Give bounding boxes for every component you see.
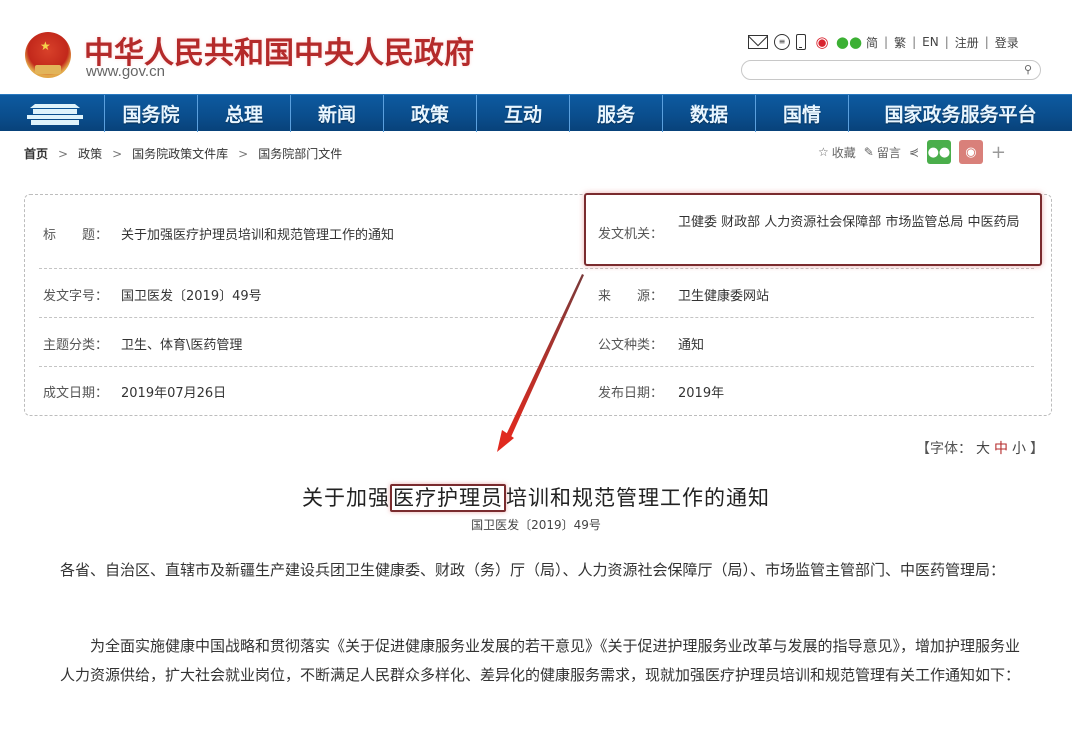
lang-simplified-link[interactable]: 简	[866, 34, 878, 51]
info-label: 成文日期：	[43, 386, 109, 401]
breadcrumb-separator: >	[238, 146, 249, 161]
logo-roof-lower	[27, 115, 83, 119]
pencil-icon: ✎	[863, 145, 874, 159]
comment-button[interactable]: ✎ 留言	[864, 144, 901, 161]
mobile-icon[interactable]	[796, 34, 806, 50]
font-size-large[interactable]: 大	[976, 438, 990, 458]
top-links: ≡ ◉ ●● 简 | 繁 | EN | 注册 | 登录	[748, 31, 1019, 53]
document-number: 国卫医发〔2019〕49号	[471, 518, 601, 532]
share-icon[interactable]: ⋞	[909, 145, 919, 159]
weibo-icon[interactable]: ◉	[812, 33, 832, 51]
document-paragraph: 为全面实施健康中国战略和贯彻落实《关于促进健康服务业发展的若干意见》《关于促进护…	[60, 637, 1021, 684]
title-highlight: 医疗护理员	[390, 484, 506, 512]
font-size-switcher: 【字体： 大 中 小 】	[916, 438, 1044, 458]
nav-item-state-council[interactable]: 国务院	[105, 95, 198, 132]
info-row: 主题分类： 卫生、体育\医药管理 公文种类： 通知	[39, 318, 1034, 367]
title-part: 培训和规范管理工作的通知	[506, 486, 770, 510]
document-title: 关于加强 医疗护理员 培训和规范管理工作的通知	[0, 482, 1072, 512]
info-label: 发文字号：	[43, 289, 109, 304]
search-input[interactable]	[752, 64, 1022, 80]
info-label: 发布日期：	[598, 386, 664, 401]
breadcrumb: 首页 > 政策 > 国务院政策文件库 > 国务院部门文件	[24, 145, 342, 162]
info-row: 成文日期： 2019年07月26日 发布日期： 2019年	[39, 367, 1034, 416]
font-size-medium[interactable]: 中	[994, 438, 1008, 458]
annotation-highlight-box	[584, 193, 1042, 266]
info-value: 2019年07月26日	[121, 386, 227, 401]
nav-item-interaction[interactable]: 互动	[477, 95, 570, 132]
site-header: ★ 中华人民共和国中央人民政府 www.gov.cn ≡ ◉ ●● 简 | 繁 …	[0, 0, 1072, 94]
star-icon: ★	[40, 39, 51, 53]
lang-traditional-link[interactable]: 繁	[894, 34, 906, 51]
font-size-suffix: 】	[1030, 441, 1044, 457]
favorite-label: 收藏	[831, 145, 856, 160]
info-value: 关于加强医疗护理员培训和规范管理工作的通知	[121, 228, 395, 243]
document-paragraph: 各省、自治区、直辖市及新疆生产建设兵团卫生健康委、财政（务）厅（局）、人力资源社…	[60, 561, 1006, 579]
nav-item-gov-service-platform[interactable]: 国家政务服务平台	[849, 95, 1072, 132]
nav-item-premier[interactable]: 总理	[198, 95, 291, 132]
font-size-prefix: 【字体：	[916, 441, 972, 457]
login-link[interactable]: 登录	[995, 34, 1019, 51]
info-label: 公文种类：	[598, 338, 664, 353]
info-label: 来 源：	[598, 289, 664, 304]
national-emblem-logo[interactable]: ★	[25, 32, 71, 78]
search-icon[interactable]: ⚲	[1024, 63, 1032, 76]
info-label: 标 题：	[43, 228, 109, 243]
divider: |	[944, 35, 949, 49]
info-row: 发文字号： 国卫医发〔2019〕49号 来 源： 卫生健康委网站	[39, 269, 1034, 318]
favorite-button[interactable]: ☆ 收藏	[818, 144, 856, 161]
nav-item-national-info[interactable]: 国情	[756, 95, 849, 132]
share-more-button[interactable]: +	[991, 142, 1006, 163]
arrow-head	[497, 430, 514, 452]
info-value[interactable]: 卫生健康委网站	[678, 285, 769, 304]
star-outline-icon: ☆	[818, 145, 829, 159]
info-cell: 标 题： 关于加强医疗护理员培训和规范管理工作的通知	[43, 224, 394, 243]
info-cell: 公文种类： 通知	[598, 334, 704, 353]
register-link[interactable]: 注册	[955, 34, 979, 51]
logo-base	[31, 120, 79, 125]
mail-icon[interactable]	[748, 35, 768, 49]
chat-icon[interactable]: ≡	[774, 34, 790, 50]
info-cell: 成文日期： 2019年07月26日	[43, 382, 226, 401]
logo-mid	[33, 109, 77, 114]
info-cell: 来 源： 卫生健康委网站	[598, 285, 769, 304]
info-value: 国卫医发〔2019〕49号	[121, 289, 262, 304]
divider: |	[884, 35, 889, 49]
search-box: ⚲	[741, 60, 1041, 80]
share-wechat-button[interactable]: ●●	[926, 140, 951, 164]
info-value: 通知	[678, 338, 705, 353]
title-part: 关于加强	[302, 486, 390, 510]
lang-english-link[interactable]: EN	[922, 35, 939, 49]
emblem-base	[35, 65, 61, 74]
breadcrumb-policy[interactable]: 政策	[78, 145, 102, 162]
share-weibo-button[interactable]: ◉	[958, 140, 983, 164]
share-bar: ☆ 收藏 ✎ 留言 ⋞ ●● ◉ +	[818, 140, 1006, 164]
breadcrumb-separator: >	[112, 146, 123, 161]
breadcrumb-department-docs[interactable]: 国务院部门文件	[258, 145, 342, 162]
divider: |	[912, 35, 917, 49]
breadcrumb-policy-library[interactable]: 国务院政策文件库	[132, 145, 228, 162]
info-cell: 主题分类： 卫生、体育\医药管理	[43, 334, 242, 353]
info-label: 主题分类：	[43, 338, 109, 353]
nav-item-data[interactable]: 数据	[663, 95, 756, 132]
wechat-icon[interactable]: ●●	[836, 33, 862, 51]
info-cell: 发文字号： 国卫医发〔2019〕49号	[43, 285, 262, 304]
info-value: 卫生、体育\医药管理	[121, 338, 243, 353]
font-size-small[interactable]: 小	[1012, 438, 1026, 458]
main-nav: 国务院 总理 新闻 政策 互动 服务 数据 国情 国家政务服务平台	[0, 94, 1072, 132]
logo-roof	[30, 104, 80, 108]
nav-item-services[interactable]: 服务	[570, 95, 663, 132]
info-cell: 发布日期： 2019年	[598, 382, 724, 401]
breadcrumb-separator: >	[58, 146, 69, 161]
nav-item-policy[interactable]: 政策	[384, 95, 477, 132]
tiananmen-logo-icon[interactable]	[0, 95, 105, 132]
breadcrumb-home[interactable]: 首页	[24, 145, 48, 162]
site-url[interactable]: www.gov.cn	[86, 63, 165, 80]
comment-label: 留言	[876, 145, 901, 160]
divider: |	[984, 35, 989, 49]
nav-item-news[interactable]: 新闻	[291, 95, 384, 132]
info-value: 2019年	[678, 386, 725, 401]
